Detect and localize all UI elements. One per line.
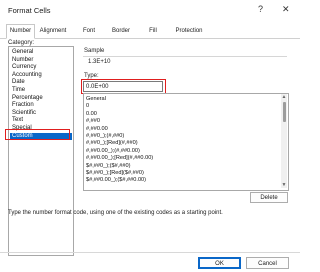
tab-alignment[interactable]: Alignment xyxy=(36,25,70,37)
category-item[interactable]: Time xyxy=(10,87,72,95)
delete-button[interactable]: Delete xyxy=(250,192,288,203)
category-item[interactable]: Text xyxy=(10,117,72,125)
tab-number[interactable]: Number xyxy=(6,24,35,39)
scroll-up-icon[interactable]: ▲ xyxy=(281,94,287,100)
type-highlight-box xyxy=(81,79,166,94)
category-item[interactable]: Percentage xyxy=(10,95,72,103)
tab-border[interactable]: Border xyxy=(108,25,134,37)
scroll-down-icon[interactable]: ▼ xyxy=(281,182,287,188)
close-icon[interactable]: ✕ xyxy=(282,4,290,15)
category-item[interactable]: Accounting xyxy=(10,72,72,80)
category-item[interactable]: Scientific xyxy=(10,110,72,118)
sample-value: 1.3E+10 xyxy=(88,59,111,65)
category-list[interactable]: General Number Currency Accounting Date … xyxy=(8,46,74,256)
help-icon[interactable]: ? xyxy=(258,4,263,14)
tab-fill[interactable]: Fill xyxy=(144,25,162,37)
format-list-scrollbar[interactable]: ▲ ▼ xyxy=(281,94,287,188)
category-item[interactable]: Date xyxy=(10,79,72,87)
window-title: Format Cells xyxy=(8,6,51,15)
tab-strip: Number Alignment Font Border Fill Protec… xyxy=(0,24,300,39)
format-list[interactable]: General 0 0.00 #,##0 #,##0.00 #,##0_);(#… xyxy=(83,93,289,191)
custom-highlight-box xyxy=(5,129,70,140)
category-item[interactable]: General xyxy=(10,49,72,57)
ok-button[interactable]: OK xyxy=(198,257,241,269)
cancel-button[interactable]: Cancel xyxy=(246,257,289,269)
tab-protection[interactable]: Protection xyxy=(170,25,208,37)
sample-divider xyxy=(83,56,287,57)
footer-divider xyxy=(0,252,300,253)
tab-font[interactable]: Font xyxy=(80,25,98,37)
sample-label: Sample xyxy=(84,48,105,54)
format-item[interactable]: $#,##0.00_);($#,##0.00) xyxy=(86,176,146,184)
category-item[interactable]: Fraction xyxy=(10,102,72,110)
hint-text: Type the number format code, using one o… xyxy=(8,210,223,216)
category-item[interactable]: Currency xyxy=(10,64,72,72)
category-item[interactable]: Number xyxy=(10,57,72,65)
scroll-thumb[interactable] xyxy=(282,102,286,122)
